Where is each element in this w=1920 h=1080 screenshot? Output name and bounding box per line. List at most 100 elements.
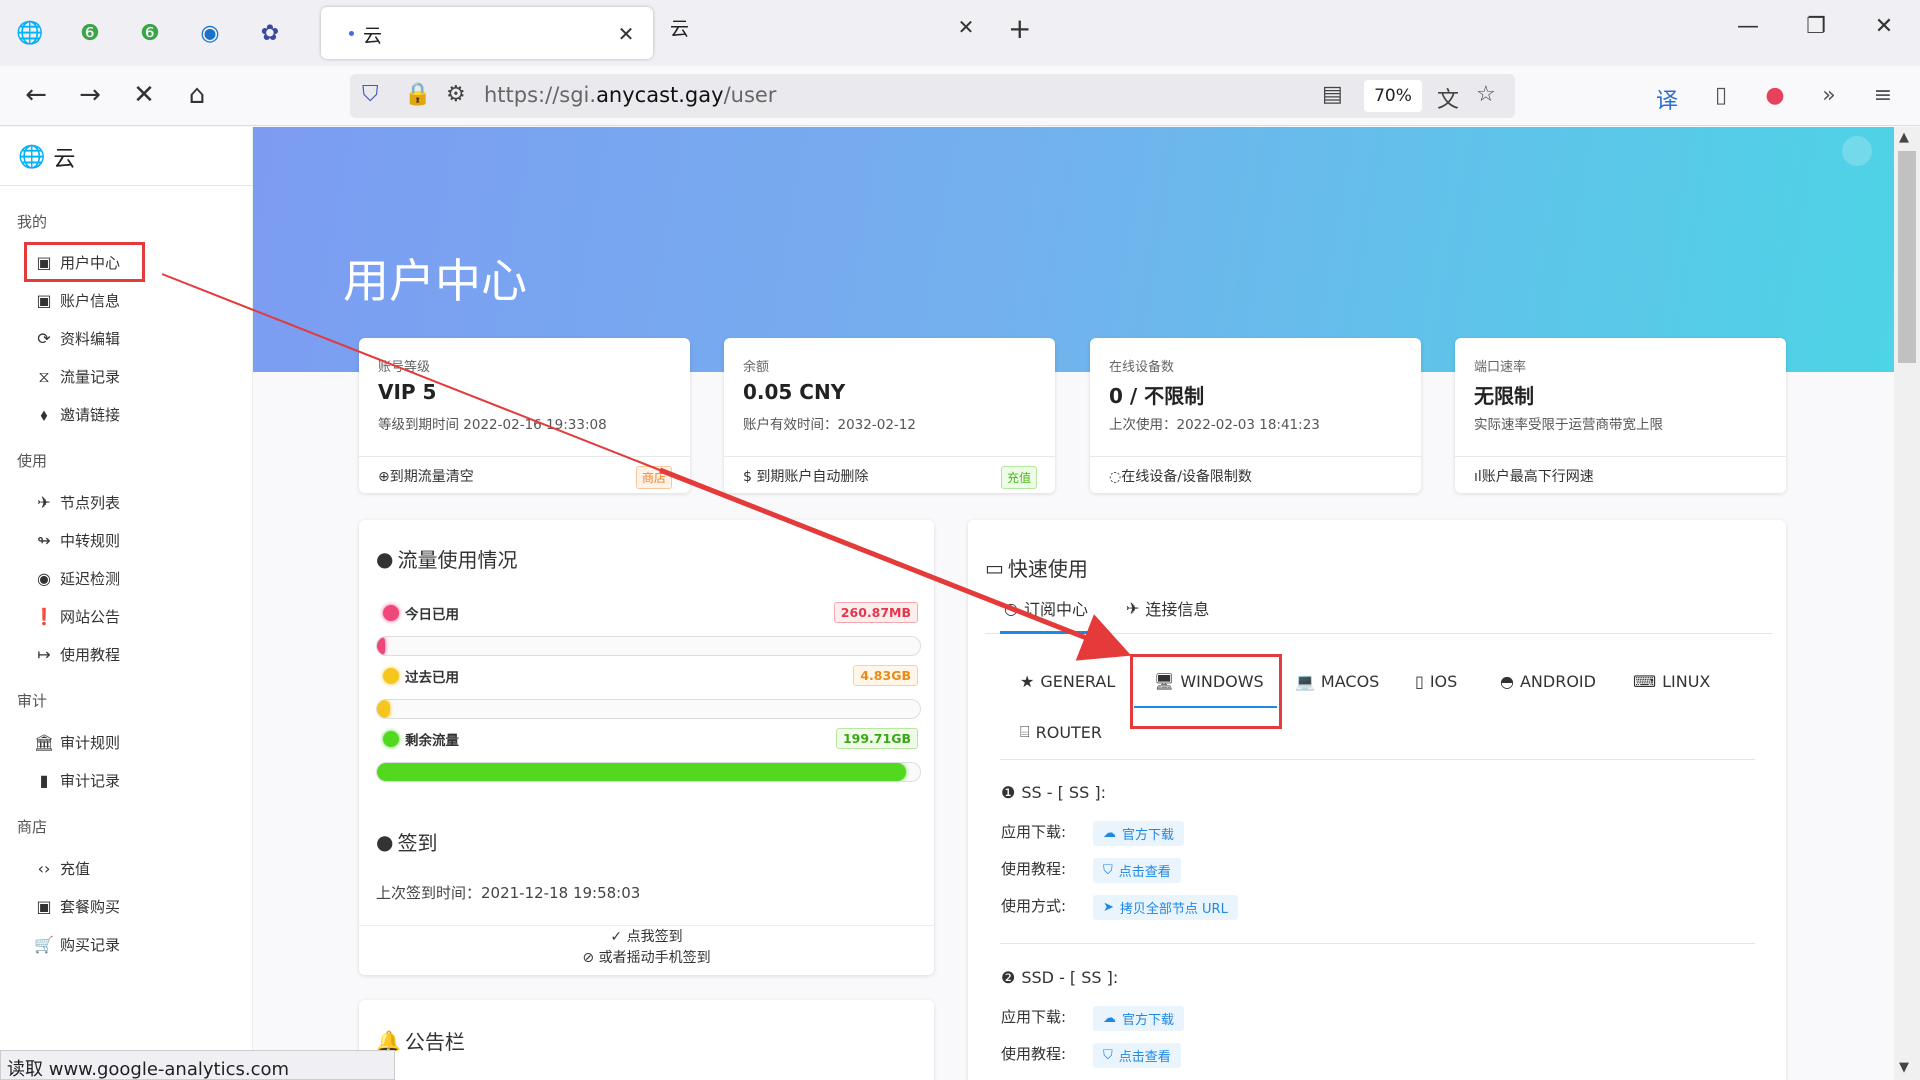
overflow-chevron-icon[interactable]: » (1814, 83, 1844, 108)
sidebar-item-shop[interactable]: ▣ 套餐购买 (34, 896, 120, 917)
close-icon[interactable]: ✕ (613, 22, 639, 46)
scrollbar-thumb[interactable] (1898, 151, 1916, 363)
button-label: 官方下载 (1122, 1013, 1175, 1028)
home-button[interactable]: ⌂ (180, 80, 214, 110)
router-icon: ⌸ (1020, 722, 1030, 741)
stat-footer-text: 账户最高下行网速 (1481, 469, 1594, 485)
sync-icon: ⟳ (37, 329, 51, 348)
translate-extension-icon[interactable]: 译 (1652, 83, 1682, 115)
globe-icon[interactable]: 🌐 (14, 17, 46, 49)
translate-icon[interactable]: 文 (1437, 82, 1459, 114)
traffic-bar-past (376, 699, 921, 719)
official-download-button[interactable]: ☁ 官方下载 (1093, 821, 1185, 846)
pink-dot-icon (383, 605, 399, 621)
scroll-down-icon[interactable]: ▼ (1899, 1060, 1909, 1075)
sidebar-item-label: 节点列表 (60, 494, 121, 512)
sidebar-item-relay[interactable]: ↬ 中转规则 (34, 530, 120, 551)
check-icon: ✓ (610, 929, 627, 945)
sidebar-item-orders[interactable]: 🛒 购买记录 (34, 934, 120, 955)
plane-icon: ✈ (37, 493, 51, 512)
forward-button[interactable]: → (73, 80, 107, 110)
sidebar-item-recharge[interactable]: ‹› 充值 (34, 858, 90, 879)
sidebar-item-tutorial[interactable]: ↦ 使用教程 (34, 644, 120, 665)
reader-view-icon[interactable]: ▤ (1322, 82, 1343, 107)
tab-subscription[interactable]: ◷ 订阅中心 (1004, 596, 1088, 620)
bookmark-icon: ⛉ (1103, 1048, 1113, 1063)
scrollbar[interactable]: ▲ ▼ (1894, 127, 1920, 1080)
back-button[interactable]: ← (19, 80, 53, 110)
tab-connection-info[interactable]: ✈ 连接信息 (1126, 596, 1209, 620)
sidebar-item-traffic-log[interactable]: ⧖ 流量记录 (34, 366, 120, 387)
traffic-amount: 4.83GB (853, 665, 918, 686)
new-tab-button[interactable]: + (1008, 12, 1031, 45)
sidebar-item-audit-log[interactable]: ▮ 审计记录 (34, 770, 120, 791)
stat-label: 端口速率 (1474, 360, 1527, 375)
number-one-icon: ❶ (1001, 783, 1016, 802)
restore-button[interactable]: ❐ (1796, 14, 1836, 39)
status-bar: 读取 www.google-analytics.com (0, 1050, 395, 1080)
copy-nodes-button[interactable]: ➤ 拷贝全部节点 URL (1093, 895, 1238, 920)
pinned-tab-icon[interactable]: ❻ (74, 17, 106, 49)
recharge-badge[interactable]: 充值 (1000, 466, 1037, 489)
view-tutorial-button[interactable]: ⛉ 点击查看 (1093, 1043, 1181, 1068)
sidebar-item-audit-rules[interactable]: 🏛 审计规则 (34, 732, 120, 753)
menu-icon[interactable]: ≡ (1868, 83, 1898, 108)
scroll-up-icon[interactable]: ▲ (1899, 130, 1909, 145)
sidebar-item-profile[interactable]: ⟳ 资料编辑 (34, 328, 120, 349)
os-tab-macos[interactable]: 💻 MACOS (1295, 672, 1379, 691)
os-tab-android[interactable]: ◓ ANDROID (1500, 672, 1596, 691)
sidebar-brand[interactable]: 🌐 云 (18, 141, 75, 173)
stat-sub: 上次使用：2022-02-03 18:41:23 (1109, 417, 1320, 433)
traffic-row-past: 过去已用 (383, 666, 459, 686)
stat-value: VIP 5 (378, 380, 437, 404)
shop-badge[interactable]: 商店 (635, 466, 672, 489)
url-text[interactable]: https://sgi.anycast.gay/user (484, 83, 776, 107)
stop-button[interactable]: ✕ (127, 80, 161, 110)
url-bar[interactable]: ⛉ 🔒 ⚙ https://sgi.anycast.gay/user ▤ 70%… (350, 74, 1515, 118)
zoom-indicator[interactable]: 70% (1364, 80, 1422, 112)
tab-label: 连接信息 (1145, 600, 1210, 619)
config-label: 使用教程: (1001, 1045, 1067, 1063)
bookmark-star-icon[interactable]: ☆ (1476, 82, 1496, 107)
dollar-icon: $ (743, 469, 757, 485)
shield-icon[interactable]: ⛉ (362, 82, 379, 107)
os-tab-general[interactable]: ★ GENERAL (1020, 672, 1115, 691)
close-window-button[interactable]: ✕ (1864, 14, 1904, 39)
document-icon[interactable]: ▯ (1706, 83, 1736, 108)
os-tab-ios[interactable]: ▯ IOS (1415, 672, 1457, 691)
sidebar-item-account[interactable]: ▣ 账户信息 (34, 290, 120, 311)
sidebar-item-nodes[interactable]: ✈ 节点列表 (34, 492, 120, 513)
lock-icon[interactable]: 🔒 (404, 82, 431, 107)
code-icon: ‹› (37, 859, 51, 878)
stat-sub: 账户有效时间：2032-02-12 (743, 417, 916, 433)
sidebar-item-label: 延迟检测 (60, 570, 121, 588)
os-tab-router[interactable]: ⌸ ROUTER (1020, 722, 1102, 742)
sidebar-item-latency[interactable]: ◉ 延迟检测 (34, 568, 120, 589)
permissions-icon[interactable]: ⚙ (446, 82, 466, 107)
view-tutorial-button[interactable]: ⛉ 点击查看 (1093, 858, 1181, 883)
sidebar-item-label: 使用教程 (60, 646, 121, 664)
sidebar-item-label: 网站公告 (60, 608, 121, 626)
os-tab-linux[interactable]: ⌨ LINUX (1633, 672, 1710, 691)
sidebar-item-label: 资料编辑 (60, 330, 121, 348)
minimize-button[interactable]: — (1728, 14, 1768, 39)
tab-inactive[interactable]: 云 (670, 14, 689, 41)
official-download-button[interactable]: ☁ 官方下载 (1093, 1006, 1185, 1031)
extension-icon[interactable]: ● (1760, 83, 1790, 108)
signal-bars-icon: ıl (1474, 469, 1482, 485)
os-tab-label: ANDROID (1519, 672, 1596, 691)
pinned-tab-icon[interactable]: ◉ (194, 17, 226, 49)
stat-footer: $ 到期账户自动删除 (743, 466, 868, 486)
config-label: 应用下载: (1001, 823, 1067, 841)
pinned-tab-icon[interactable]: ❻ (134, 17, 166, 49)
section-title: 商店 (17, 818, 48, 836)
traffic-title-text: 流量使用情况 (397, 548, 518, 572)
close-icon[interactable]: ✕ (953, 15, 979, 39)
tab-active[interactable]: 云 ✕ (321, 7, 653, 59)
sidebar-item-invite[interactable]: ⬧ 邀请链接 (34, 404, 120, 425)
divider (724, 456, 1055, 457)
pinned-tab-icon[interactable]: ✿ (254, 17, 286, 49)
stat-footer: ⊕到期流量清空 (378, 466, 474, 486)
checkin-button[interactable]: ✓ 点我签到 (359, 926, 934, 946)
sidebar-item-announcement[interactable]: ❗ 网站公告 (34, 606, 120, 627)
